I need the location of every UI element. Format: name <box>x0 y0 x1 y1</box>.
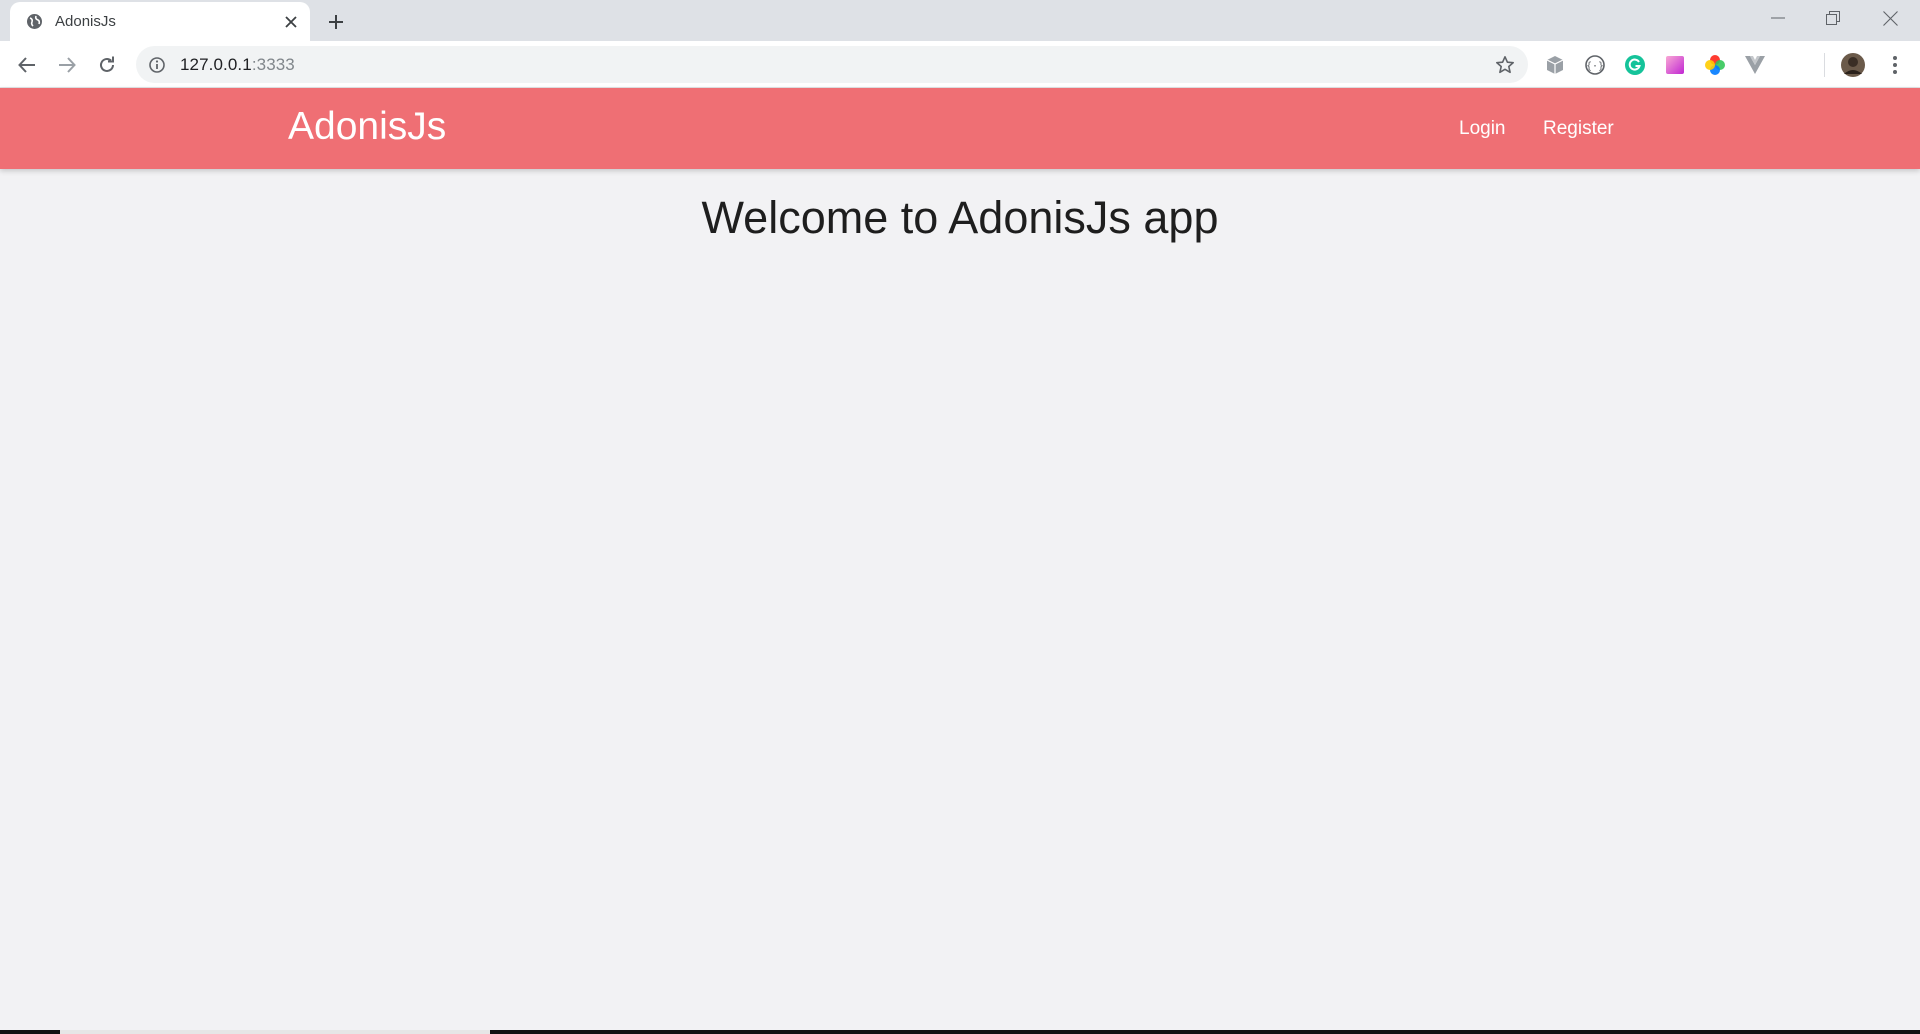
restore-button[interactable] <box>1805 0 1861 36</box>
browser-toolbar: 127.0.0.1:3333 {·} <box>0 41 1920 88</box>
svg-text:{·}: {·} <box>1586 61 1604 72</box>
app-navbar: AdonisJs Login Register <box>0 88 1920 169</box>
page-title: Welcome to AdonisJs app <box>701 192 1219 243</box>
gradient-icon[interactable] <box>1663 53 1687 77</box>
url-text: 127.0.0.1:3333 <box>180 55 295 75</box>
forward-button[interactable] <box>51 49 83 81</box>
brand-logo[interactable]: AdonisJs <box>288 105 446 149</box>
url-port: :3333 <box>251 54 295 74</box>
close-window-button[interactable] <box>1862 0 1918 36</box>
back-button[interactable] <box>11 49 43 81</box>
avatar[interactable] <box>1840 52 1866 78</box>
close-icon[interactable] <box>280 11 302 33</box>
info-icon[interactable] <box>148 56 166 74</box>
login-link[interactable]: Login <box>1459 118 1506 140</box>
taskbar <box>0 1030 1920 1034</box>
tab-strip: AdonisJs <box>0 0 1920 41</box>
address-bar[interactable]: 127.0.0.1:3333 <box>136 46 1528 83</box>
new-tab-button[interactable] <box>322 8 350 36</box>
globe-icon <box>26 13 43 30</box>
bookmark-star-icon[interactable] <box>1492 52 1518 78</box>
color-wheel-icon[interactable] <box>1703 53 1727 77</box>
reload-button[interactable] <box>91 49 123 81</box>
tab-title: AdonisJs <box>55 13 116 30</box>
browser-tab[interactable]: AdonisJs <box>10 2 310 41</box>
url-host: 127.0.0.1 <box>180 54 252 74</box>
bracket-icon[interactable]: {·} <box>1583 53 1607 77</box>
register-link[interactable]: Register <box>1543 118 1614 140</box>
taskbar-active-item <box>60 1030 490 1034</box>
cube-icon[interactable] <box>1543 53 1567 77</box>
vue-devtools-icon[interactable] <box>1743 53 1767 77</box>
minimize-button[interactable] <box>1750 0 1806 36</box>
grammarly-icon[interactable] <box>1623 53 1647 77</box>
menu-dots-icon[interactable] <box>1883 53 1907 77</box>
toolbar-divider <box>1824 53 1825 77</box>
